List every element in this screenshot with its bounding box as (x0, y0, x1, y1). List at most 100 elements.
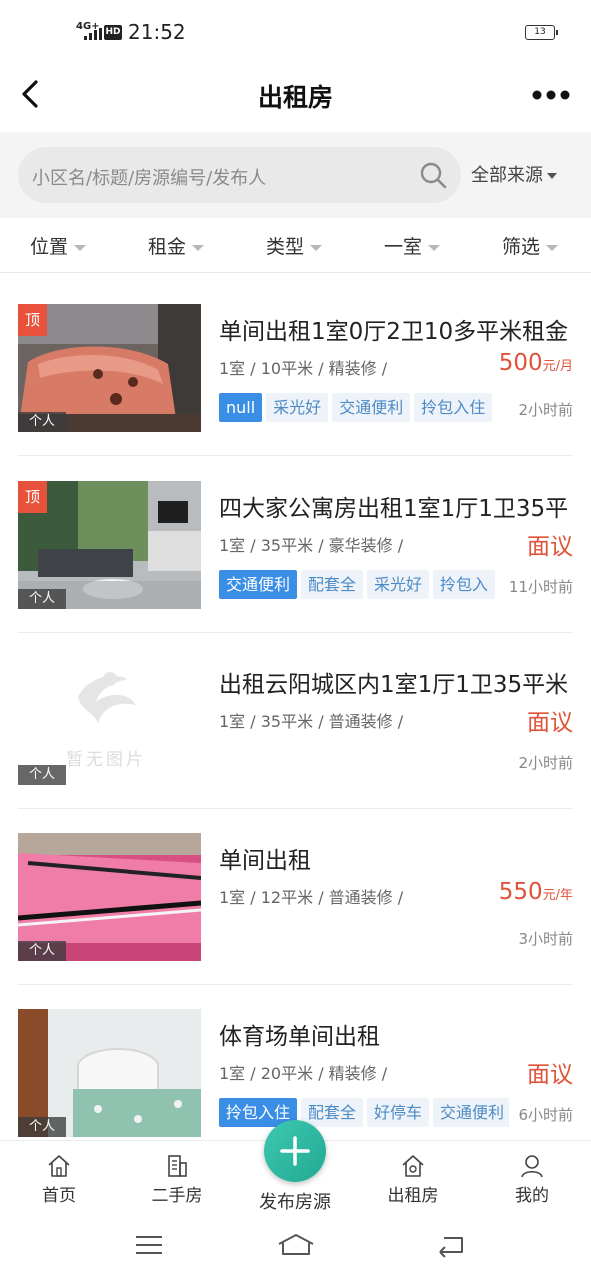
caret-down-icon (547, 173, 557, 179)
listing-time: 2小时前 (518, 754, 573, 772)
filter-label: 筛选 (502, 236, 541, 258)
plus-icon (280, 1136, 310, 1166)
price-value: 550 (498, 879, 543, 905)
home-nav-icon[interactable] (276, 1232, 316, 1258)
filter-rooms[interactable]: 一室 (384, 232, 441, 259)
feature-tag: 配套全 (301, 570, 364, 599)
listing-item[interactable]: 顶 个人 单间出租1室0厅2卫10多平米租金 1室 / 10平米 / 精装修 /… (18, 304, 573, 456)
status-bar: 4G+ HD 21:52 13 (0, 0, 591, 62)
menu-icon[interactable] (134, 1232, 164, 1258)
building-icon (168, 1155, 187, 1177)
listing-price: 500元/月 (499, 350, 573, 376)
page-title: 出租房 (257, 83, 333, 112)
search-input[interactable]: 小区名/标题/房源编号/发布人 (18, 147, 461, 203)
listing-item[interactable]: 暂无图片 个人 出租云阳城区内1室1厅1卫35平米 1室 / 35平米 / 普通… (18, 657, 573, 809)
listing-meta: 1室 / 35平米 / 普通装修 / (219, 712, 404, 731)
feature-tag: 好停车 (367, 1098, 430, 1127)
caret-down-icon (310, 244, 323, 251)
rent-house-icon (402, 1155, 424, 1177)
feature-tag: 采光好 (266, 393, 329, 422)
listing-title: 出租云阳城区内1室1厅1卫35平米 (219, 672, 569, 698)
more-dots-icon[interactable] (532, 89, 570, 101)
filter-label: 位置 (30, 236, 69, 258)
listing-time: 2小时前 (518, 401, 573, 419)
price-unit: 元/年 (542, 888, 573, 903)
signal-icon (84, 28, 102, 40)
tag-list: 交通便利 配套全 采光好 拎包入 (219, 570, 509, 599)
listing-time: 11小时前 (508, 578, 573, 596)
filter-bar: 位置 租金 类型 一室 筛选 (0, 218, 591, 273)
user-icon (521, 1155, 543, 1178)
listing-photo-placeholder: 暂无图片 个人 (18, 657, 201, 785)
search-icon[interactable] (419, 161, 447, 189)
feature-tag: 交通便利 (219, 570, 298, 599)
caret-down-icon (546, 244, 559, 251)
listing-price: 面议 (527, 703, 573, 737)
listing-meta: 1室 / 35平米 / 豪华装修 / (219, 536, 404, 555)
tab-label: 首页 (42, 1186, 76, 1206)
listing-photo: 个人 (18, 1009, 201, 1137)
publish-label[interactable]: 发布房源 (245, 1188, 345, 1214)
no-image-text: 暂无图片 (66, 750, 146, 770)
filter-location[interactable]: 位置 (30, 232, 87, 259)
owner-badge: 个人 (18, 589, 66, 609)
tab-label: 我的 (515, 1186, 549, 1206)
clock: 21:52 (128, 20, 186, 44)
listing-title: 四大家公寓房出租1室1厅1卫35平 (219, 496, 569, 522)
tab-label: 二手房 (151, 1186, 203, 1206)
listing-meta: 1室 / 10平米 / 精装修 / (219, 359, 388, 378)
feature-tag: 拎包入 (433, 570, 496, 599)
tab-rent[interactable]: 出租房 (373, 1153, 453, 1206)
tag-list: 拎包入住 配套全 好停车 交通便利 (219, 1098, 509, 1127)
caret-down-icon (192, 244, 205, 251)
listing-price: 面议 (527, 527, 573, 561)
filter-label: 类型 (266, 236, 305, 258)
caret-down-icon (428, 244, 441, 251)
listing-meta: 1室 / 12平米 / 普通装修 / (219, 888, 404, 907)
search-placeholder: 小区名/标题/房源编号/发布人 (32, 168, 267, 189)
battery-icon: 13 (525, 25, 558, 40)
listing-item[interactable]: 个人 单间出租 1室 / 12平米 / 普通装修 / 550元/年 3小时前 (18, 833, 573, 985)
listing-photo: 顶 个人 (18, 304, 201, 432)
top-badge: 顶 (18, 481, 47, 513)
listing-time: 6小时前 (518, 1106, 573, 1124)
listing-time: 3小时前 (518, 930, 573, 948)
source-dropdown[interactable]: 全部来源 (471, 161, 557, 187)
feature-tag: 交通便利 (433, 1098, 509, 1127)
filter-rent[interactable]: 租金 (148, 232, 205, 259)
nav-bar: 出租房 (0, 62, 591, 132)
system-nav-bar (0, 1222, 591, 1280)
listing-title: 单间出租 (219, 848, 311, 874)
filter-type[interactable]: 类型 (266, 232, 323, 259)
top-badge: 顶 (18, 304, 47, 336)
filter-label: 租金 (148, 236, 187, 258)
owner-badge: 个人 (18, 941, 66, 961)
owner-badge: 个人 (18, 412, 66, 432)
filter-more[interactable]: 筛选 (502, 232, 559, 259)
filter-label: 一室 (384, 236, 423, 258)
search-area: 小区名/标题/房源编号/发布人 全部来源 (0, 132, 591, 218)
back-nav-icon[interactable] (436, 1232, 466, 1258)
listing-photo: 顶 个人 (18, 481, 201, 609)
feature-tag: 拎包入住 (414, 393, 493, 422)
publish-fab-button[interactable] (264, 1120, 326, 1182)
tab-second-hand[interactable]: 二手房 (137, 1153, 217, 1206)
owner-badge: 个人 (18, 1117, 66, 1137)
tab-label: 出租房 (387, 1186, 439, 1206)
listing-item[interactable]: 顶 个人 四大家公寓房出租1室1厅1卫35平 1室 / 35平米 / 豪华装修 … (18, 481, 573, 633)
listing-meta: 1室 / 20平米 / 精装修 / (219, 1064, 388, 1083)
tab-home[interactable]: 首页 (19, 1153, 99, 1206)
hd-icon: HD (104, 25, 122, 40)
listing-title: 单间出租1室0厅2卫10多平米租金 (219, 319, 569, 345)
listing-price: 面议 (527, 1055, 573, 1089)
price-value: 面议 (527, 534, 573, 560)
owner-badge: 个人 (18, 765, 66, 785)
price-value: 面议 (527, 710, 573, 736)
price-value: 面议 (527, 1062, 573, 1088)
tab-mine[interactable]: 我的 (492, 1153, 572, 1206)
feature-tag: 交通便利 (332, 393, 411, 422)
listing-price: 550元/年 (499, 879, 573, 905)
source-label: 全部来源 (471, 165, 543, 186)
feature-tag: null (219, 393, 263, 422)
feature-tag: 采光好 (367, 570, 430, 599)
